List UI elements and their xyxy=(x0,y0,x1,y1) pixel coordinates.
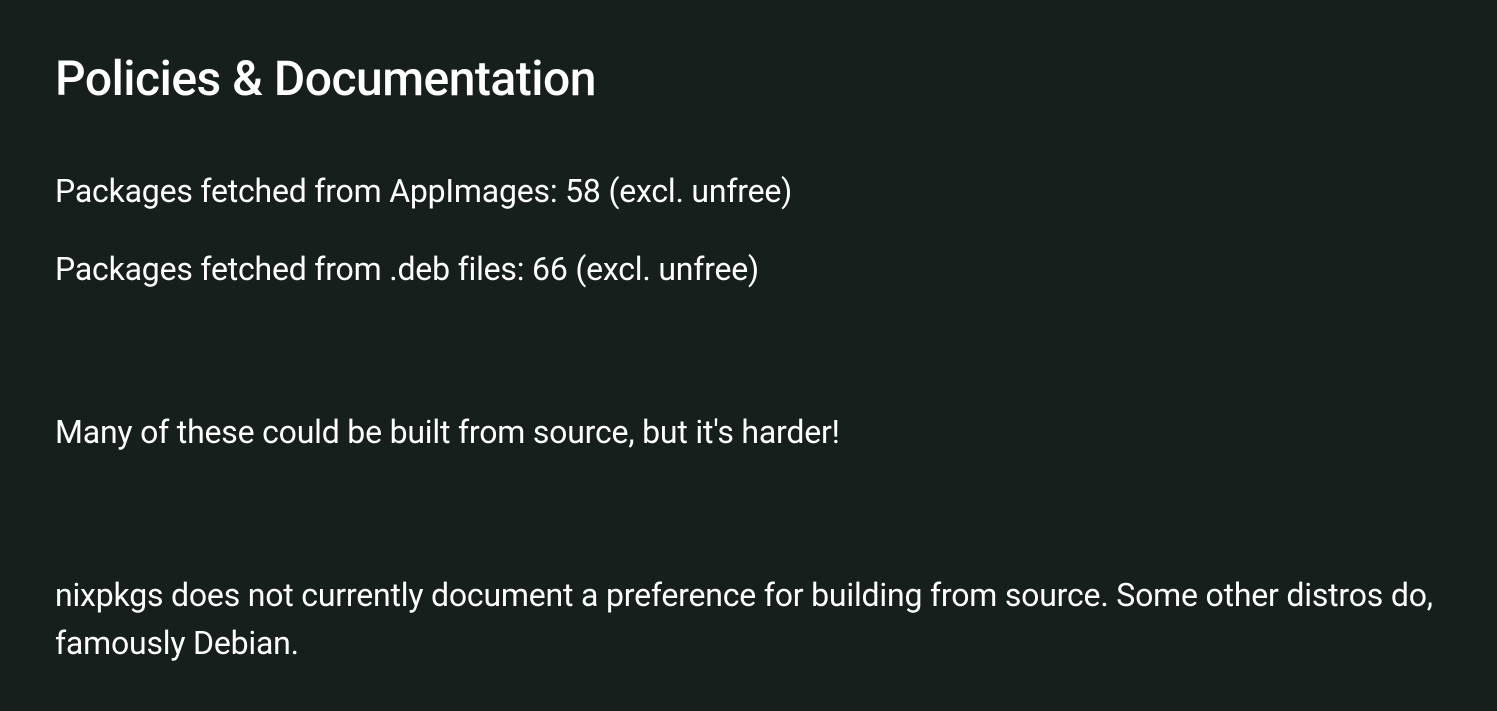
slide-text-nixpkgs: nixpkgs does not currently document a pr… xyxy=(55,571,1442,667)
slide-text-source: Many of these could be built from source… xyxy=(55,408,1442,456)
slide-text-deb: Packages fetched from .deb files: 66 (ex… xyxy=(55,245,1442,293)
slide-title: Policies & Documentation xyxy=(55,50,1442,107)
slide-text-appimages: Packages fetched from AppImages: 58 (exc… xyxy=(55,167,1442,215)
